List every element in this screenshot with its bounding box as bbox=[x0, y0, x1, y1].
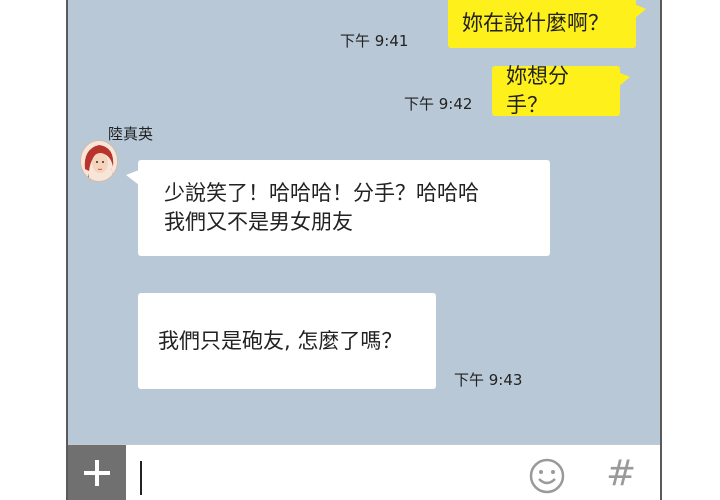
avatar-portrait-icon bbox=[81, 141, 117, 181]
chat-window: 妳在說什麼啊？ 下午 9:41 妳想分手？ 下午 9:42 陸真英 少說笑了！哈… bbox=[66, 0, 662, 500]
avatar[interactable] bbox=[80, 140, 118, 182]
message-text: 我們只是砲友, 怎麼了嗎？ bbox=[158, 328, 403, 353]
hashtag-button[interactable]: # bbox=[606, 453, 636, 494]
message-input-field[interactable] bbox=[140, 461, 142, 495]
sender-name: 陸真英 bbox=[108, 125, 154, 143]
attach-plus-button[interactable] bbox=[68, 445, 126, 500]
emoji-button[interactable] bbox=[528, 457, 566, 495]
message-text: 妳想分手？ bbox=[506, 64, 569, 117]
message-time: 下午 9:41 bbox=[340, 32, 409, 50]
smiley-icon bbox=[529, 458, 565, 494]
message-time: 下午 9:42 bbox=[404, 95, 473, 113]
message-text-line: 少說笑了！哈哈哈！分手？哈哈哈 bbox=[164, 181, 479, 205]
outgoing-message-bubble[interactable]: 妳在說什麼啊？ bbox=[448, 0, 646, 48]
message-time: 下午 9:43 bbox=[454, 371, 523, 389]
incoming-message-bubble[interactable]: 我們只是砲友, 怎麼了嗎？ bbox=[138, 293, 436, 389]
message-text-line: 我們又不是男女朋友 bbox=[164, 210, 353, 234]
plus-icon bbox=[84, 460, 110, 486]
message-input-bar: # bbox=[68, 444, 660, 500]
outgoing-message-bubble[interactable]: 妳想分手？ bbox=[492, 64, 630, 117]
incoming-message-bubble[interactable]: 少說笑了！哈哈哈！分手？哈哈哈 我們又不是男女朋友 bbox=[126, 160, 550, 256]
message-text: 妳在說什麼啊？ bbox=[462, 10, 609, 35]
